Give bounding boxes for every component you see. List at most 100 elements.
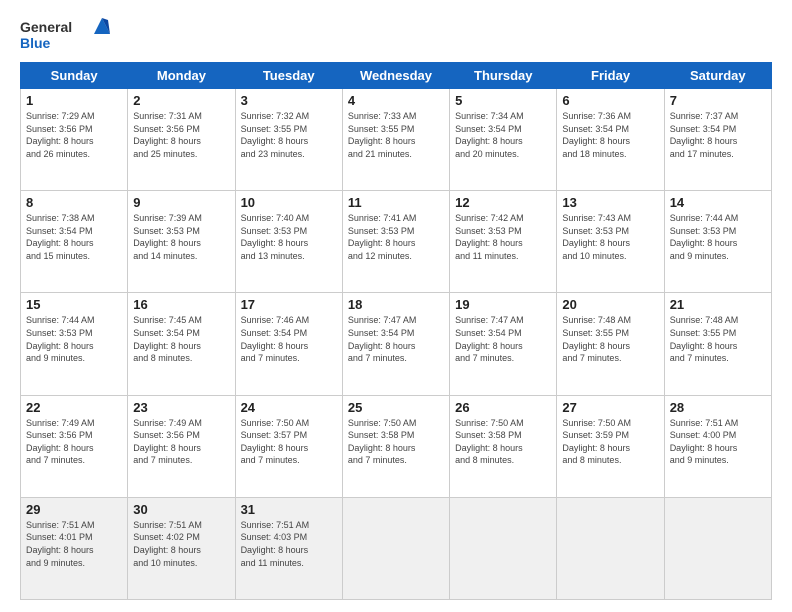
calendar-week-row: 8 Sunrise: 7:38 AM Sunset: 3:54 PM Daylig… <box>21 191 772 293</box>
day-number: 16 <box>133 297 229 312</box>
col-thursday: Thursday <box>450 63 557 89</box>
day-number: 31 <box>241 502 337 517</box>
day-info: Sunrise: 7:44 AM Sunset: 3:53 PM Dayligh… <box>26 314 122 364</box>
calendar-header-row: Sunday Monday Tuesday Wednesday Thursday… <box>21 63 772 89</box>
day-number: 19 <box>455 297 551 312</box>
table-row: 6 Sunrise: 7:36 AM Sunset: 3:54 PM Daylig… <box>557 89 664 191</box>
day-info: Sunrise: 7:49 AM Sunset: 3:56 PM Dayligh… <box>26 417 122 467</box>
day-info: Sunrise: 7:47 AM Sunset: 3:54 PM Dayligh… <box>455 314 551 364</box>
table-row: 22 Sunrise: 7:49 AM Sunset: 3:56 PM Dayli… <box>21 395 128 497</box>
svg-text:General: General <box>20 19 72 35</box>
col-saturday: Saturday <box>664 63 771 89</box>
day-info: Sunrise: 7:50 AM Sunset: 3:58 PM Dayligh… <box>348 417 444 467</box>
table-row: 29Sunrise: 7:51 AM Sunset: 4:01 PM Dayli… <box>21 497 128 599</box>
day-info: Sunrise: 7:32 AM Sunset: 3:55 PM Dayligh… <box>241 110 337 160</box>
day-info: Sunrise: 7:48 AM Sunset: 3:55 PM Dayligh… <box>562 314 658 364</box>
day-info: Sunrise: 7:33 AM Sunset: 3:55 PM Dayligh… <box>348 110 444 160</box>
day-number: 1 <box>26 93 122 108</box>
calendar-table: Sunday Monday Tuesday Wednesday Thursday… <box>20 62 772 600</box>
day-number: 25 <box>348 400 444 415</box>
day-info: Sunrise: 7:36 AM Sunset: 3:54 PM Dayligh… <box>562 110 658 160</box>
day-number: 5 <box>455 93 551 108</box>
day-number: 15 <box>26 297 122 312</box>
day-number: 27 <box>562 400 658 415</box>
col-sunday: Sunday <box>21 63 128 89</box>
day-info: Sunrise: 7:42 AM Sunset: 3:53 PM Dayligh… <box>455 212 551 262</box>
day-info: Sunrise: 7:51 AM Sunset: 4:03 PM Dayligh… <box>241 519 337 569</box>
table-row: 1 Sunrise: 7:29 AM Sunset: 3:56 PM Daylig… <box>21 89 128 191</box>
table-row: 30Sunrise: 7:51 AM Sunset: 4:02 PM Dayli… <box>128 497 235 599</box>
col-friday: Friday <box>557 63 664 89</box>
table-row: 14Sunrise: 7:44 AM Sunset: 3:53 PM Dayli… <box>664 191 771 293</box>
table-row: 17 Sunrise: 7:46 AM Sunset: 3:54 PM Dayli… <box>235 293 342 395</box>
day-info: Sunrise: 7:50 AM Sunset: 3:58 PM Dayligh… <box>455 417 551 467</box>
col-monday: Monday <box>128 63 235 89</box>
table-row: 26 Sunrise: 7:50 AM Sunset: 3:58 PM Dayli… <box>450 395 557 497</box>
table-row: 21 Sunrise: 7:48 AM Sunset: 3:55 PM Dayli… <box>664 293 771 395</box>
table-row: 2Sunrise: 7:31 AM Sunset: 3:56 PM Daylig… <box>128 89 235 191</box>
day-info: Sunrise: 7:46 AM Sunset: 3:54 PM Dayligh… <box>241 314 337 364</box>
table-row: 3 Sunrise: 7:32 AM Sunset: 3:55 PM Daylig… <box>235 89 342 191</box>
table-row: 20Sunrise: 7:48 AM Sunset: 3:55 PM Dayli… <box>557 293 664 395</box>
calendar-week-row: 1 Sunrise: 7:29 AM Sunset: 3:56 PM Daylig… <box>21 89 772 191</box>
day-number: 10 <box>241 195 337 210</box>
table-row: 27Sunrise: 7:50 AM Sunset: 3:59 PM Dayli… <box>557 395 664 497</box>
day-info: Sunrise: 7:39 AM Sunset: 3:53 PM Dayligh… <box>133 212 229 262</box>
day-info: Sunrise: 7:49 AM Sunset: 3:56 PM Dayligh… <box>133 417 229 467</box>
day-number: 11 <box>348 195 444 210</box>
table-row: 15 Sunrise: 7:44 AM Sunset: 3:53 PM Dayli… <box>21 293 128 395</box>
day-number: 8 <box>26 195 122 210</box>
day-info: Sunrise: 7:41 AM Sunset: 3:53 PM Dayligh… <box>348 212 444 262</box>
table-row: 8 Sunrise: 7:38 AM Sunset: 3:54 PM Daylig… <box>21 191 128 293</box>
table-row: 4 Sunrise: 7:33 AM Sunset: 3:55 PM Daylig… <box>342 89 449 191</box>
table-row: 5 Sunrise: 7:34 AM Sunset: 3:54 PM Daylig… <box>450 89 557 191</box>
col-tuesday: Tuesday <box>235 63 342 89</box>
day-info: Sunrise: 7:31 AM Sunset: 3:56 PM Dayligh… <box>133 110 229 160</box>
calendar-week-row: 15 Sunrise: 7:44 AM Sunset: 3:53 PM Dayli… <box>21 293 772 395</box>
calendar-week-row: 22 Sunrise: 7:49 AM Sunset: 3:56 PM Dayli… <box>21 395 772 497</box>
day-info: Sunrise: 7:50 AM Sunset: 3:57 PM Dayligh… <box>241 417 337 467</box>
table-row: 23 Sunrise: 7:49 AM Sunset: 3:56 PM Dayli… <box>128 395 235 497</box>
day-number: 7 <box>670 93 766 108</box>
day-number: 30 <box>133 502 229 517</box>
day-number: 29 <box>26 502 122 517</box>
header: General Blue <box>20 16 772 52</box>
day-info: Sunrise: 7:51 AM Sunset: 4:00 PM Dayligh… <box>670 417 766 467</box>
table-row <box>557 497 664 599</box>
day-number: 24 <box>241 400 337 415</box>
day-info: Sunrise: 7:29 AM Sunset: 3:56 PM Dayligh… <box>26 110 122 160</box>
day-number: 28 <box>670 400 766 415</box>
day-number: 22 <box>26 400 122 415</box>
table-row: 25 Sunrise: 7:50 AM Sunset: 3:58 PM Dayli… <box>342 395 449 497</box>
table-row: 16 Sunrise: 7:45 AM Sunset: 3:54 PM Dayli… <box>128 293 235 395</box>
day-info: Sunrise: 7:43 AM Sunset: 3:53 PM Dayligh… <box>562 212 658 262</box>
col-wednesday: Wednesday <box>342 63 449 89</box>
day-number: 6 <box>562 93 658 108</box>
day-number: 26 <box>455 400 551 415</box>
table-row: 28 Sunrise: 7:51 AM Sunset: 4:00 PM Dayli… <box>664 395 771 497</box>
table-row: 18 Sunrise: 7:47 AM Sunset: 3:54 PM Dayli… <box>342 293 449 395</box>
day-number: 21 <box>670 297 766 312</box>
day-number: 17 <box>241 297 337 312</box>
day-info: Sunrise: 7:45 AM Sunset: 3:54 PM Dayligh… <box>133 314 229 364</box>
day-number: 4 <box>348 93 444 108</box>
table-row: 10 Sunrise: 7:40 AM Sunset: 3:53 PM Dayli… <box>235 191 342 293</box>
day-number: 18 <box>348 297 444 312</box>
table-row <box>664 497 771 599</box>
logo: General Blue <box>20 16 110 52</box>
logo-svg: General Blue <box>20 16 110 52</box>
day-info: Sunrise: 7:37 AM Sunset: 3:54 PM Dayligh… <box>670 110 766 160</box>
day-number: 9 <box>133 195 229 210</box>
day-info: Sunrise: 7:38 AM Sunset: 3:54 PM Dayligh… <box>26 212 122 262</box>
day-number: 23 <box>133 400 229 415</box>
table-row: 7 Sunrise: 7:37 AM Sunset: 3:54 PM Daylig… <box>664 89 771 191</box>
day-info: Sunrise: 7:34 AM Sunset: 3:54 PM Dayligh… <box>455 110 551 160</box>
day-info: Sunrise: 7:44 AM Sunset: 3:53 PM Dayligh… <box>670 212 766 262</box>
page: General Blue Sunday Monday Tuesday Wedne… <box>0 0 792 612</box>
day-info: Sunrise: 7:47 AM Sunset: 3:54 PM Dayligh… <box>348 314 444 364</box>
day-number: 3 <box>241 93 337 108</box>
day-info: Sunrise: 7:40 AM Sunset: 3:53 PM Dayligh… <box>241 212 337 262</box>
table-row <box>342 497 449 599</box>
day-info: Sunrise: 7:48 AM Sunset: 3:55 PM Dayligh… <box>670 314 766 364</box>
table-row: 19 Sunrise: 7:47 AM Sunset: 3:54 PM Dayli… <box>450 293 557 395</box>
